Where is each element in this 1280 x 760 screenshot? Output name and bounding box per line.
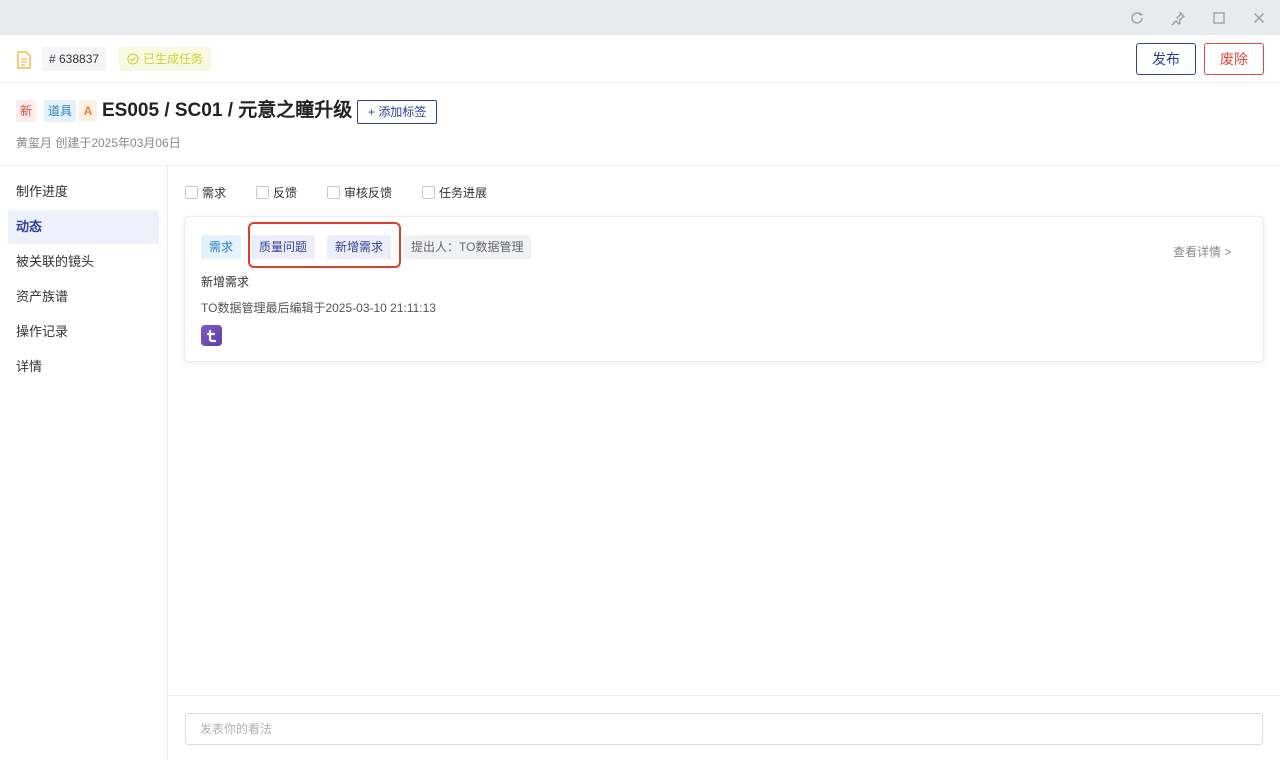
card-content: 新增需求 — [201, 275, 250, 289]
status-badge: 已生成任务 — [119, 47, 212, 71]
filter-review-feedback[interactable]: 审核反馈 — [327, 184, 392, 201]
comment-bar — [168, 695, 1280, 760]
maximize-icon[interactable] — [1209, 8, 1229, 28]
filter-label: 需求 — [202, 185, 227, 200]
window-titlebar — [0, 0, 1280, 35]
sidebar-item-operation-log[interactable]: 操作记录 — [8, 315, 159, 349]
sidebar-item-details[interactable]: 详情 — [8, 350, 159, 384]
t-logo-icon — [206, 329, 216, 342]
tag-new: 新 — [16, 100, 37, 122]
checkbox[interactable] — [327, 185, 341, 199]
status-label: 已生成任务 — [143, 52, 204, 66]
activity-filters: 需求 反馈 审核反馈 任务进展 — [185, 183, 517, 201]
sidebar-item-progress[interactable]: 制作进度 — [8, 175, 159, 209]
record-id: # 638837 — [42, 47, 107, 71]
filter-requirement[interactable]: 需求 — [185, 184, 226, 201]
chip-quality-issue: 质量问题 — [251, 235, 316, 259]
add-tag-button[interactable]: + 添加标签 — [357, 100, 438, 124]
refresh-icon[interactable] — [1127, 8, 1147, 28]
proposer-chip: 提出人：TO数据管理 — [403, 235, 532, 259]
creator-meta: 黄玺月 创建于2025年03月06日 — [16, 136, 181, 150]
document-icon — [17, 51, 31, 69]
sidebar-item-linked-shots[interactable]: 被关联的镜头 — [8, 245, 159, 279]
avatar[interactable] — [201, 325, 222, 346]
checkbox[interactable] — [185, 185, 198, 199]
sidebar-item-activity[interactable]: 动态 — [8, 210, 159, 244]
tag-grade: A — [79, 100, 97, 122]
activity-card[interactable]: 需求 质量问题 新增需求 提出人：TO数据管理 查看详情 > 新增需求 TO数据… — [184, 216, 1264, 362]
edit-meta: TO数据管理最后编辑于2025-03-10 21:11:13 — [201, 301, 436, 315]
type-chip: 需求 — [201, 235, 242, 259]
title-block: 新 道具 A ES005 / SC01 / 元意之瞳升级 + 添加标签 黄玺月 … — [0, 83, 1280, 166]
page-title: ES005 / SC01 / 元意之瞳升级 — [102, 100, 353, 121]
filter-label: 任务进展 — [439, 185, 488, 200]
checkbox[interactable] — [256, 185, 270, 199]
sidebar-item-asset-lineage[interactable]: 资产族谱 — [8, 280, 159, 314]
chip-new-requirement: 新增需求 — [327, 235, 392, 259]
pin-icon[interactable] — [1168, 8, 1188, 28]
check-circle-icon — [127, 53, 139, 65]
discard-button[interactable]: 废除 — [1204, 43, 1264, 75]
view-detail-link[interactable]: 查看详情 > — [1173, 243, 1231, 260]
filter-feedback[interactable]: 反馈 — [256, 184, 297, 201]
checkbox[interactable] — [422, 185, 436, 199]
comment-input[interactable] — [185, 713, 1263, 745]
close-icon[interactable] — [1249, 8, 1269, 28]
filter-label: 审核反馈 — [344, 185, 393, 200]
sidebar-nav: 制作进度 动态 被关联的镜头 资产族谱 操作记录 详情 — [0, 166, 168, 760]
detail-header: # 638837 已生成任务 发布 废除 — [0, 35, 1280, 83]
filter-task-progress[interactable]: 任务进展 — [422, 184, 487, 201]
publish-button[interactable]: 发布 — [1136, 43, 1196, 75]
tag-prop: 道具 — [44, 100, 77, 122]
filter-label: 反馈 — [273, 185, 298, 200]
